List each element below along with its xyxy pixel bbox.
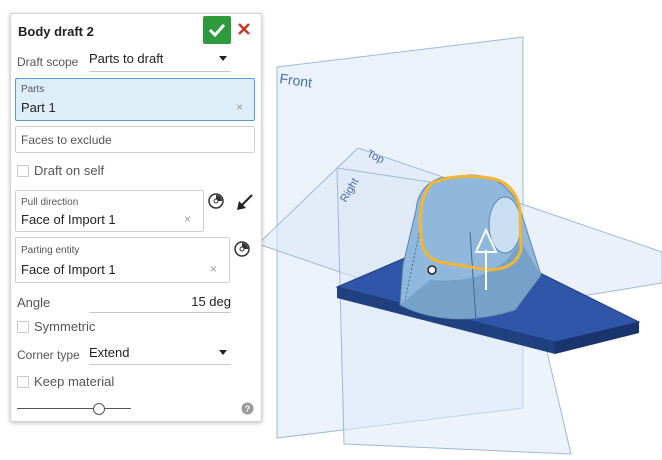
- keep-material-checkbox[interactable]: Keep material: [17, 373, 217, 391]
- dropdown-underline: [89, 71, 231, 72]
- draft-scope-value: Parts to draft: [89, 51, 164, 66]
- corner-type-label: Corner type: [17, 348, 80, 362]
- parts-field[interactable]: Parts Part 1 ×: [15, 78, 255, 121]
- part-round-face: [488, 196, 522, 254]
- dropdown-underline: [89, 364, 231, 365]
- accept-button[interactable]: [203, 16, 231, 44]
- parts-value: Part 1: [21, 100, 56, 115]
- checkbox-box: [17, 165, 29, 177]
- draft-on-self-label: Draft on self: [34, 163, 105, 178]
- help-icon[interactable]: ?: [241, 402, 254, 415]
- symmetric-checkbox[interactable]: Symmetric: [17, 318, 217, 336]
- corner-type-value: Extend: [89, 345, 130, 360]
- clear-parts-icon[interactable]: ×: [236, 100, 243, 114]
- pull-direction-label: Pull direction: [21, 197, 79, 208]
- parts-label: Parts: [21, 84, 45, 95]
- dialog-title: Body draft 2: [18, 24, 94, 39]
- close-icon: [238, 23, 250, 35]
- flip-direction-arrow-icon[interactable]: [235, 192, 255, 212]
- faces-to-exclude-placeholder: Faces to exclude: [21, 133, 112, 147]
- corner-type-dropdown[interactable]: Extend: [87, 343, 231, 363]
- parting-entity-value: Face of Import 1: [21, 262, 116, 277]
- parting-entity-label: Parting entity: [21, 245, 80, 256]
- checkmark-icon: [208, 23, 226, 38]
- clear-pull-direction-icon[interactable]: ×: [184, 212, 191, 226]
- chevron-down-icon: [219, 56, 227, 61]
- parting-entity-field[interactable]: Parting entity Face of Import 1 ×: [15, 237, 230, 283]
- angle-label: Angle: [17, 295, 51, 310]
- draft-on-self-checkbox[interactable]: Draft on self: [17, 162, 217, 180]
- draft-scope-dropdown[interactable]: Parts to draft: [87, 49, 231, 69]
- keep-material-label: Keep material: [34, 374, 115, 389]
- chevron-down-icon: [219, 350, 227, 355]
- checkbox-box: [17, 321, 29, 333]
- input-underline: [89, 312, 231, 313]
- slider-track: [17, 408, 131, 409]
- rollback-slider[interactable]: [17, 401, 131, 417]
- draft-scope-label: Draft scope: [17, 55, 79, 69]
- body-draft-dialog: Body draft 2 Draft scope Parts to draft …: [10, 13, 262, 422]
- svg-text:?: ?: [245, 404, 251, 414]
- angle-input[interactable]: 15 deg: [87, 292, 231, 312]
- checkbox-box: [17, 376, 29, 388]
- clear-parting-entity-icon[interactable]: ×: [210, 262, 217, 276]
- manipulator-icon[interactable]: [207, 192, 225, 210]
- faces-to-exclude-field[interactable]: Faces to exclude: [15, 126, 255, 153]
- cancel-button[interactable]: [235, 20, 253, 38]
- angle-value: 15 deg: [191, 294, 231, 309]
- symmetric-label: Symmetric: [34, 319, 96, 334]
- pull-direction-value: Face of Import 1: [21, 212, 116, 227]
- pull-direction-field[interactable]: Pull direction Face of Import 1 ×: [15, 190, 204, 232]
- slider-thumb[interactable]: [93, 403, 106, 415]
- manipulator-icon[interactable]: [233, 240, 251, 258]
- origin-marker: [427, 265, 437, 275]
